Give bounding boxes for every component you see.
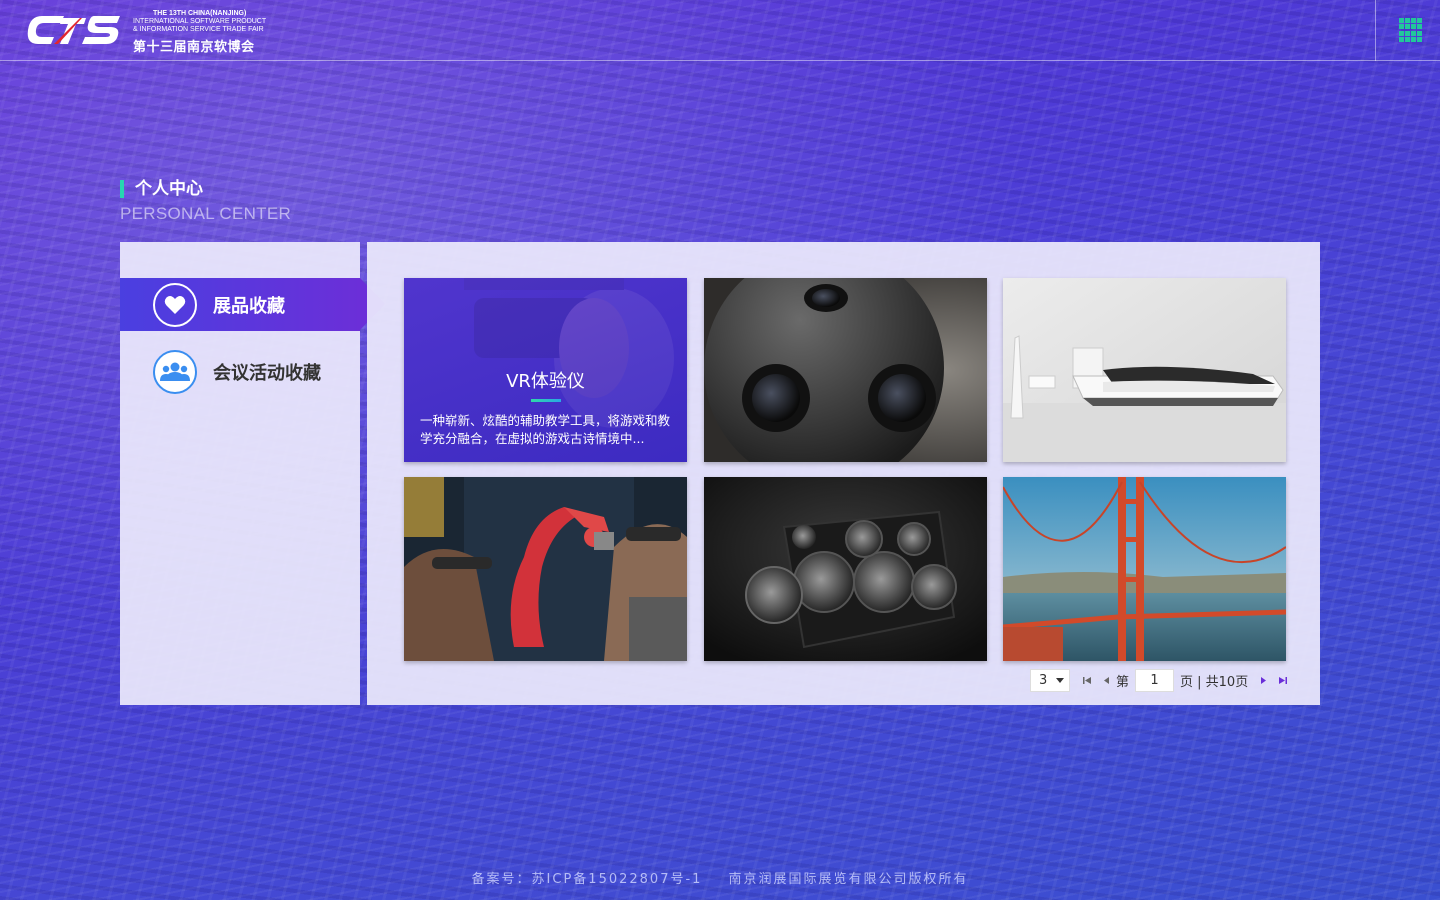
page-size-value: 3	[1039, 673, 1048, 688]
section-title-en: PERSONAL CENTER	[120, 204, 292, 223]
pagination: 3 第 页 | 共10页	[1030, 669, 1289, 692]
sidebar: 展品收藏 会议活动收藏	[120, 242, 385, 705]
golden-gate-bridge-image	[1003, 477, 1286, 661]
card-title: VR体验仪	[506, 371, 585, 392]
title-underline	[531, 399, 561, 402]
exhibit-card[interactable]	[404, 477, 687, 661]
exhibit-card[interactable]	[1003, 278, 1286, 462]
ar-robot-arm-image	[404, 477, 687, 661]
sidebar-item-label: 会议活动收藏	[213, 362, 321, 384]
exhibit-card[interactable]: VR体验仪 一种崭新、炫酷的辅助教学工具，将游戏和教学充分融合，在虚拟的游戏古诗…	[404, 278, 687, 462]
logo-text: THE 13th CHINA(NANJING) INTERNATIONAL SO…	[133, 10, 273, 55]
first-page-icon[interactable]	[1080, 674, 1094, 688]
footer: 备案号：苏ICP备15022807号-1 南京润展国际展览有限公司版权所有	[0, 868, 1440, 887]
copyright: 南京润展国际展览有限公司版权所有	[728, 872, 969, 887]
grid-icon[interactable]	[1399, 18, 1423, 42]
section-title: 个人中心 PERSONAL CENTER	[120, 180, 291, 224]
logo-en-line2: INTERNATIONAL SOFTWARE PRODUCT	[133, 18, 267, 25]
page-size-select[interactable]: 3	[1030, 669, 1070, 692]
people-icon	[153, 349, 197, 394]
last-page-icon[interactable]	[1275, 674, 1289, 688]
top-header: THE 13th CHINA(NANJING) INTERNATIONAL SO…	[0, 0, 1440, 61]
sidebar-item-meeting-favorites[interactable]: 会议活动收藏	[120, 345, 360, 398]
exhibit-card[interactable]	[704, 477, 987, 661]
logo-en-line3: & INFORMATION SERVICE TRADE FAIR	[133, 26, 264, 33]
exhibit-card[interactable]	[704, 278, 987, 462]
section-title-cn: 个人中心	[120, 180, 291, 198]
spherical-camera-image	[704, 278, 987, 462]
next-page-icon[interactable]	[1256, 674, 1270, 688]
page-number-input[interactable]	[1135, 669, 1175, 692]
cts-logo[interactable]	[24, 12, 124, 48]
prev-page-icon[interactable]	[1099, 674, 1113, 688]
icp-record[interactable]: 备案号：苏ICP备15022807号-1	[472, 872, 703, 887]
card-description: 一种崭新、炫酷的辅助教学工具，将游戏和教学充分融合，在虚拟的游戏古诗情境中...	[420, 413, 671, 446]
chevron-down-icon	[1056, 678, 1064, 683]
logo-chinese: 第十三届南京软博会	[133, 40, 255, 55]
heart-icon	[153, 282, 197, 327]
floating-bed-image	[1003, 278, 1286, 462]
sidebar-item-label: 展品收藏	[213, 295, 285, 317]
favorites-panel: VR体验仪 一种崭新、炫酷的辅助教学工具，将游戏和教学充分融合，在虚拟的游戏古诗…	[367, 242, 1320, 705]
logo-english: THE 13th CHINA(NANJING) INTERNATIONAL SO…	[133, 10, 273, 34]
sidebar-item-exhibit-favorites[interactable]: 展品收藏	[120, 278, 385, 331]
page-total-text: 页 | 共10页	[1180, 675, 1249, 690]
speaker-exploded-image	[704, 477, 987, 661]
exhibit-card[interactable]	[1003, 477, 1286, 661]
header-divider	[1375, 0, 1376, 61]
logo-en-line1: THE 13th CHINA(NANJING)	[153, 10, 247, 17]
page-prefix: 第	[1116, 675, 1130, 690]
